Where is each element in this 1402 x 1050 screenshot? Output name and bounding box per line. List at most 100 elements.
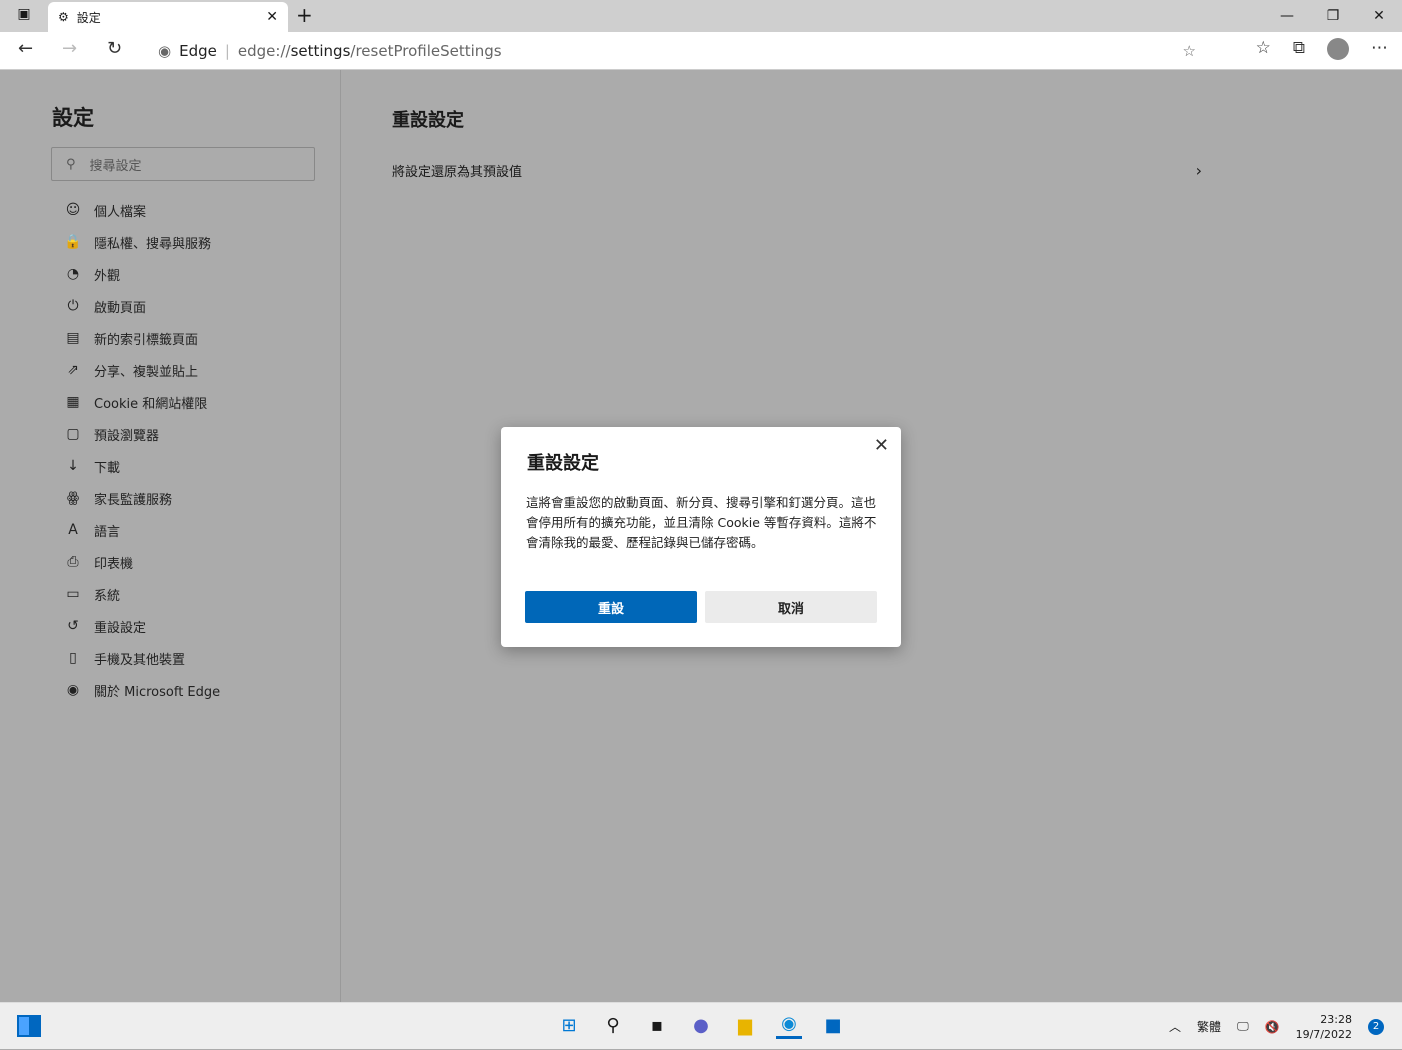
divider: |	[224, 42, 230, 60]
reset-button[interactable]: 重設	[525, 591, 697, 623]
start-icon[interactable]: ⊞	[556, 1011, 582, 1039]
network-icon[interactable]: 🖵	[1237, 1019, 1249, 1034]
address-bar[interactable]: ◉ Edge | edge://settings/resetProfileSet…	[146, 36, 1210, 66]
power-icon: ⏻	[67, 298, 79, 314]
volume-muted-icon[interactable]: 🔇	[1265, 1020, 1280, 1034]
cancel-button[interactable]: 取消	[705, 591, 877, 623]
edge-icon: ◉	[66, 682, 80, 698]
sidebar-item-label: 下載	[94, 460, 121, 476]
lock-icon: 🔒	[64, 234, 82, 250]
sidebar-item-label: 家長監護服務	[94, 492, 173, 508]
sidebar-item[interactable]: 🔒 隱私權、搜尋與服務	[64, 226, 220, 258]
dialog-title: 重設設定	[527, 453, 599, 474]
sidebar-title: 設定	[52, 106, 94, 130]
minimize-button[interactable]: —	[1264, 0, 1310, 32]
file-explorer-icon[interactable]: ▆	[732, 1011, 758, 1039]
sidebar-item[interactable]: ↓ 下載	[64, 450, 220, 482]
page-title: 重設設定	[392, 110, 464, 131]
sidebar-item[interactable]: ⇗ 分享、複製並貼上	[64, 354, 220, 386]
sidebar-item-label: 語言	[94, 524, 121, 540]
sidebar-item-label: 手機及其他裝置	[94, 652, 186, 668]
download-icon: ↓	[67, 458, 79, 474]
sidebar-item[interactable]: ▤ 新的索引標籤頁面	[64, 322, 220, 354]
sidebar-item[interactable]: ꙮ 家長監護服務	[64, 482, 220, 514]
refresh-button[interactable]: ↻	[107, 38, 122, 59]
close-window-button[interactable]: ✕	[1356, 0, 1402, 32]
restore-button[interactable]: ❐	[1310, 0, 1356, 32]
new-tab-button[interactable]: +	[296, 3, 313, 27]
palette-icon: ◔	[66, 266, 80, 282]
sidebar-item-label: 個人檔案	[94, 204, 147, 220]
widgets-icon[interactable]	[17, 1015, 41, 1037]
clock[interactable]: 23:28 19/7/2022	[1296, 1012, 1352, 1042]
sidebar-item-label: 系統	[94, 588, 121, 604]
chat-icon[interactable]: ●	[688, 1011, 714, 1039]
gear-icon: ⚙	[58, 10, 69, 24]
sidebar-item-label: 分享、複製並貼上	[94, 364, 199, 380]
sidebar-item-label: Cookie 和網站權限	[94, 396, 208, 412]
address-host: Edge	[179, 42, 217, 60]
sidebar-item-label: 外觀	[94, 268, 121, 284]
task-view-icon[interactable]: ▪	[644, 1011, 670, 1039]
share-icon: ⇗	[67, 362, 79, 378]
family-icon: ꙮ	[66, 490, 80, 506]
sidebar-item[interactable]: ▭ 系統	[64, 578, 220, 610]
chevron-right-icon: ›	[1195, 160, 1202, 180]
edge-icon[interactable]: ◉	[776, 1011, 802, 1039]
store-icon[interactable]: ■	[820, 1011, 846, 1039]
printer-icon: ⎙	[67, 554, 79, 570]
sidebar-item[interactable]: ◔ 外觀	[64, 258, 220, 290]
sidebar-item[interactable]: ⎙ 印表機	[64, 546, 220, 578]
language-icon: A	[68, 522, 78, 538]
sidebar-item-label: 印表機	[94, 556, 134, 572]
close-tab-icon[interactable]: ✕	[266, 9, 278, 25]
sidebar-item[interactable]: ▯ 手機及其他裝置	[64, 642, 220, 674]
sidebar-item-label: 關於 Microsoft Edge	[94, 684, 221, 700]
tab-actions-icon[interactable]: ▣	[12, 6, 36, 26]
favorites-icon[interactable]: ☆	[1256, 38, 1271, 60]
toolbar: ← → ↻ ◉ Edge | edge://settings/resetProf…	[0, 32, 1402, 70]
reset-icon: ↺	[67, 618, 79, 634]
restore-defaults-row[interactable]: 將設定還原為其預設值 ›	[392, 158, 1202, 182]
more-icon[interactable]: ⋯	[1371, 38, 1388, 60]
sidebar-item[interactable]: A 語言	[64, 514, 220, 546]
close-icon[interactable]: ✕	[874, 435, 889, 456]
browser-icon: ▢	[66, 426, 80, 442]
newtab-icon: ▤	[66, 330, 80, 346]
search-icon: ⚲	[66, 156, 76, 172]
tab-bar: ▣ ⚙ 設定 ✕ + — ❐ ✕	[0, 0, 1402, 32]
sidebar-item[interactable]: ◉ 關於 Microsoft Edge	[64, 674, 220, 706]
search-input[interactable]: ⚲ 搜尋設定	[51, 147, 315, 181]
sidebar-item-label: 隱私權、搜尋與服務	[94, 236, 212, 252]
sidebar-item-label: 啟動頁面	[94, 300, 147, 316]
profile-avatar[interactable]	[1327, 38, 1349, 60]
sidebar-item-label: 預設瀏覽器	[94, 428, 160, 444]
sidebar-item[interactable]: ☺ 個人檔案	[64, 194, 220, 226]
profile-icon: ☺	[65, 202, 81, 218]
sidebar-item[interactable]: ▢ 預設瀏覽器	[64, 418, 220, 450]
taskbar: ⊞ ⚲ ▪ ● ▆ ◉ ■ ︿ 繁體 🖵 🔇 23:28 19/7/2022 2	[0, 1002, 1402, 1049]
laptop-icon: ▭	[66, 586, 80, 602]
notification-badge[interactable]: 2	[1368, 1018, 1384, 1035]
dialog-body: 這將會重設您的啟動頁面、新分頁、搜尋引擎和釘選分頁。這也會停用所有的擴充功能，並…	[526, 495, 877, 550]
tab-title: 設定	[76, 10, 101, 25]
collections-icon[interactable]: ⧉	[1293, 38, 1305, 60]
edge-icon: ◉	[158, 42, 172, 60]
reset-dialog: ✕ 重設設定 這將會重設您的啟動頁面、新分頁、搜尋引擎和釘選分頁。這也會停用所有…	[501, 427, 901, 647]
cookie-icon: ▦	[66, 394, 80, 410]
add-favorite-icon[interactable]: ☆	[1183, 42, 1196, 60]
sidebar-item[interactable]: ↺ 重設設定	[64, 610, 220, 642]
sidebar-item[interactable]: ▦ Cookie 和網站權限	[64, 386, 220, 418]
ime-indicator[interactable]: 繁體	[1197, 1018, 1221, 1035]
phone-icon: ▯	[69, 650, 77, 666]
search-icon[interactable]: ⚲	[600, 1011, 626, 1039]
chevron-up-icon[interactable]: ︿	[1169, 1018, 1181, 1035]
forward-button[interactable]: →	[62, 38, 77, 59]
sidebar-item-label: 重設設定	[94, 620, 147, 636]
tab-settings[interactable]: ⚙ 設定 ✕	[48, 2, 288, 32]
address-url: edge://settings/resetProfileSettings	[237, 42, 502, 60]
back-button[interactable]: ←	[18, 38, 33, 59]
sidebar-item-label: 新的索引標籤頁面	[94, 332, 199, 348]
settings-sidebar: 設定 ⚲ 搜尋設定 ☺ 個人檔案 🔒 隱私權、搜尋與服務 ◔ 外觀 ⏻ 啟動頁面 ▤ 新的索引標籤…	[0, 70, 341, 1002]
sidebar-item[interactable]: ⏻ 啟動頁面	[64, 290, 220, 322]
